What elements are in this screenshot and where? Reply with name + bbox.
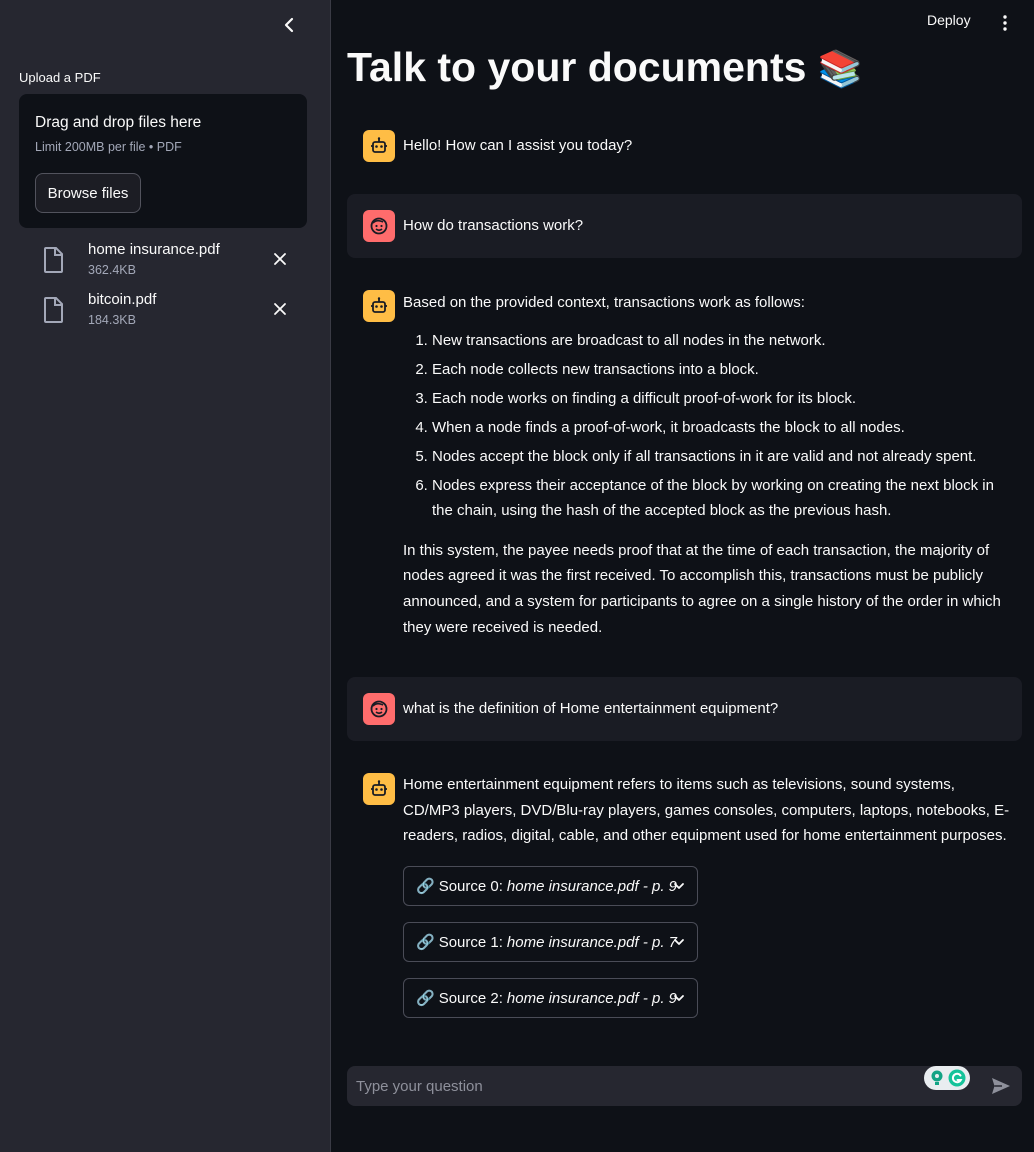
- source-ref: home insurance.pdf - p. 9: [506, 877, 678, 895]
- sidebar: Upload a PDF Drag and drop files here Li…: [0, 0, 331, 1152]
- link-icon: 🔗: [416, 990, 435, 1007]
- grammarly-widget[interactable]: [924, 1066, 970, 1090]
- page-title-text: Talk to your documents: [347, 44, 807, 90]
- chat-message-assistant: Hello! How can I assist you today?: [347, 114, 1022, 178]
- source-expander[interactable]: 🔗 Source 0: home insurance.pdf - p. 9: [403, 866, 698, 906]
- page-title: Talk to your documents 📚: [347, 44, 863, 91]
- deploy-button[interactable]: Deploy: [927, 12, 971, 28]
- books-emoji: 📚: [817, 48, 863, 89]
- close-icon: [274, 303, 286, 315]
- list-item: When a node finds a proof-of-work, it br…: [432, 415, 1012, 441]
- message-intro: Based on the provided context, transacti…: [403, 294, 805, 311]
- list-item: Each node collects new transactions into…: [432, 357, 1012, 383]
- chevron-down-icon: [674, 883, 684, 889]
- source-ref: home insurance.pdf - p. 7: [506, 933, 678, 951]
- user-avatar: [363, 210, 395, 242]
- browse-files-button[interactable]: Browse files: [35, 173, 141, 213]
- file-size: 184.3KB: [88, 313, 136, 327]
- main-menu-button[interactable]: [995, 12, 1015, 34]
- robot-icon: [371, 780, 387, 796]
- vertical-dots-icon: [1003, 15, 1007, 31]
- chat-message-user: what is the definition of Home entertain…: [347, 677, 1022, 741]
- chevron-left-icon: [284, 17, 294, 33]
- smiley-face-icon: [370, 217, 388, 235]
- message-closing: In this system, the payee needs proof th…: [403, 541, 1001, 636]
- source-label: Source 0:: [438, 877, 503, 895]
- steps-list: New transactions are broadcast to all no…: [403, 328, 1012, 524]
- file-dropzone[interactable]: Drag and drop files here Limit 200MB per…: [19, 94, 307, 228]
- source-ref: home insurance.pdf - p. 9: [506, 989, 678, 1007]
- assistant-avatar: [363, 290, 395, 322]
- send-button[interactable]: [990, 1075, 1012, 1097]
- message-text: what is the definition of Home entertain…: [403, 700, 779, 717]
- user-avatar: [363, 693, 395, 725]
- message-text: Hello! How can I assist you today?: [403, 137, 633, 154]
- robot-icon: [371, 297, 387, 313]
- list-item: Nodes express their acceptance of the bl…: [432, 473, 1012, 524]
- file-name: bitcoin.pdf: [88, 291, 157, 308]
- close-icon: [274, 253, 286, 265]
- remove-file-button[interactable]: [270, 299, 290, 319]
- message-text: How do transactions work?: [403, 217, 584, 234]
- grammarly-icon: [948, 1069, 965, 1087]
- chevron-down-icon: [674, 995, 684, 1001]
- question-input[interactable]: [347, 1066, 917, 1106]
- list-item: Each node works on finding a difficult p…: [432, 386, 1012, 412]
- robot-icon: [371, 137, 387, 153]
- collapse-sidebar-button[interactable]: [278, 14, 300, 36]
- link-icon: 🔗: [416, 878, 435, 895]
- chat-input-bar: [347, 1066, 1022, 1106]
- lightbulb-icon: [931, 1070, 942, 1085]
- file-icon: [44, 297, 63, 323]
- source-expander[interactable]: 🔗 Source 2: home insurance.pdf - p. 9: [403, 978, 698, 1018]
- dropzone-title: Drag and drop files here: [35, 114, 202, 131]
- smiley-face-icon: [370, 700, 388, 718]
- remove-file-button[interactable]: [270, 249, 290, 269]
- uploaded-file-item: home insurance.pdf 362.4KB: [38, 239, 298, 283]
- list-item: Nodes accept the block only if all trans…: [432, 444, 1012, 470]
- chevron-down-icon: [674, 939, 684, 945]
- chat-message-assistant: Home entertainment equipment refers to i…: [347, 757, 1022, 1037]
- app: Upload a PDF Drag and drop files here Li…: [0, 0, 1034, 1152]
- file-icon: [44, 247, 63, 273]
- message-text: Home entertainment equipment refers to i…: [403, 776, 1010, 844]
- upload-label: Upload a PDF: [19, 70, 101, 85]
- send-icon: [992, 1078, 1010, 1094]
- main-area: Deploy Talk to your documents 📚 Hello! H…: [331, 0, 1034, 1152]
- chat-message-assistant: Based on the provided context, transacti…: [347, 273, 1022, 663]
- source-label: Source 1:: [438, 933, 503, 951]
- list-item: New transactions are broadcast to all no…: [432, 328, 1012, 354]
- message-text: Based on the provided context, transacti…: [403, 290, 1012, 641]
- file-name: home insurance.pdf: [88, 241, 220, 258]
- uploaded-file-item: bitcoin.pdf 184.3KB: [38, 289, 298, 333]
- assistant-avatar: [363, 773, 395, 805]
- link-icon: 🔗: [416, 934, 435, 951]
- file-size: 362.4KB: [88, 263, 136, 277]
- source-label: Source 2:: [438, 989, 503, 1007]
- assistant-avatar: [363, 130, 395, 162]
- chat-message-user: How do transactions work?: [347, 194, 1022, 258]
- dropzone-limit: Limit 200MB per file • PDF: [35, 140, 182, 154]
- source-expander[interactable]: 🔗 Source 1: home insurance.pdf - p. 7: [403, 922, 698, 962]
